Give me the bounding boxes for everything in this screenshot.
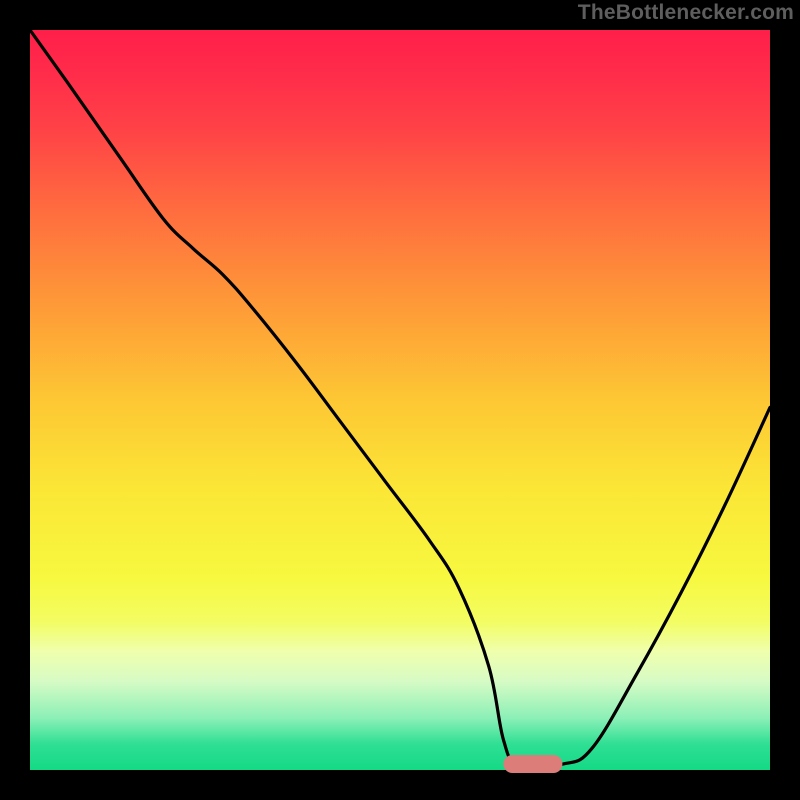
optimal-marker (504, 755, 563, 773)
chart-container: TheBottlenecker.com (0, 0, 800, 800)
bottleneck-chart (30, 30, 770, 770)
plot-area (30, 30, 770, 770)
attribution-text: TheBottlenecker.com (578, 1, 794, 25)
heat-background (30, 30, 770, 770)
